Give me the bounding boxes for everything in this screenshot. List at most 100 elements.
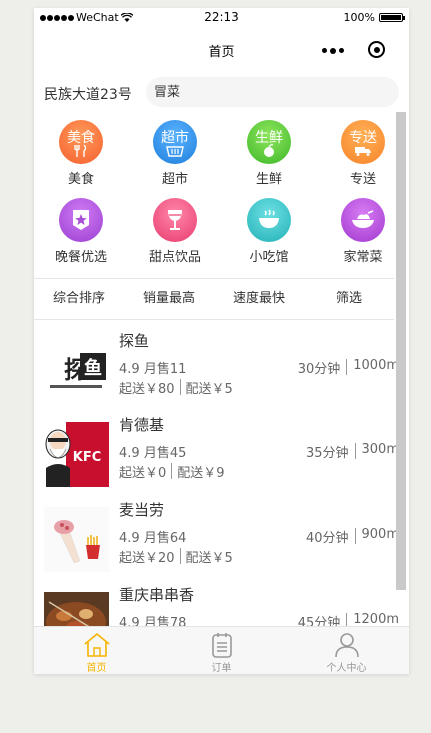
category-fresh[interactable]: 生鲜 生鲜 — [229, 120, 309, 187]
search-box[interactable] — [146, 77, 399, 107]
category-label: 晚餐优选 — [54, 250, 107, 265]
shop-rating: 4.9 — [119, 362, 140, 377]
svg-text:鱼: 鱼 — [84, 357, 102, 379]
close-target-icon[interactable] — [368, 41, 385, 58]
shop-distance: 1200m — [353, 612, 399, 626]
sort-overall[interactable]: 综合排序 — [34, 279, 124, 319]
separator — [346, 359, 348, 375]
shop-distance: 900m — [361, 527, 399, 542]
category-express[interactable]: 专送 专送 — [323, 120, 403, 187]
user-icon — [332, 631, 362, 659]
scrollbar[interactable] — [396, 112, 406, 590]
shop-min-order: 起送￥80 — [119, 382, 175, 397]
separator — [179, 548, 181, 564]
category-snack[interactable]: 小吃馆 — [229, 198, 309, 265]
separator — [179, 379, 181, 395]
phone-frame: WeChat 22:13 100% 首页 民族大道23号 美食 — [34, 8, 409, 674]
category-icon-text: 超市 — [161, 130, 189, 146]
shop-fees: 起送￥20 配送￥5 — [119, 547, 233, 566]
sort-filter[interactable]: 筛选 — [304, 279, 394, 319]
kfc-logo: KFC — [44, 422, 109, 487]
status-bar: WeChat 22:13 100% — [34, 8, 409, 28]
shop-delivery-fee: 配送￥5 — [185, 551, 233, 566]
tab-label: 个人中心 — [326, 663, 367, 674]
shop-delivery-fee: 配送￥5 — [185, 382, 233, 397]
more-icon[interactable] — [322, 47, 344, 54]
shop-name: 重庆串串香 — [119, 586, 195, 604]
sort-speed[interactable]: 速度最快 — [214, 279, 304, 319]
battery-icon — [379, 13, 405, 22]
tab-orders[interactable]: 订单 — [159, 627, 284, 674]
shop-delivery: 35分钟 300m — [306, 442, 399, 461]
category-label: 超市 — [161, 172, 188, 187]
separator — [354, 528, 356, 544]
category-label: 美食 — [67, 172, 94, 187]
order-icon — [207, 631, 237, 659]
battery-percent: 100% — [343, 11, 375, 24]
star-badge-icon — [59, 198, 103, 242]
wine-glass-icon — [153, 198, 197, 242]
shop-name: 肯德基 — [119, 416, 165, 434]
fruit-icon: 生鲜 — [247, 120, 291, 164]
shop-fees: 起送￥80 配送￥5 — [119, 378, 233, 397]
shop-name: 麦当劳 — [119, 501, 165, 519]
shop-delivery-time: 45分钟 — [297, 616, 341, 626]
category-label: 专送 — [349, 172, 376, 187]
shop-delivery: 40分钟 900m — [306, 527, 399, 546]
shop-item[interactable]: 麦当劳 4.9 月售64 40分钟 900m 起送￥20 配送￥5 — [34, 489, 409, 575]
shop-delivery-fee: 配送￥9 — [177, 466, 225, 481]
chuanchuan-logo — [44, 592, 109, 626]
shop-meta: 4.9 月售78 — [119, 612, 186, 626]
shop-sales: 月售11 — [143, 362, 187, 377]
shop-fees: 起送￥0 配送￥9 — [119, 462, 225, 481]
svg-text:KFC: KFC — [73, 450, 102, 465]
category-label: 生鲜 — [255, 172, 282, 187]
battery-group: 100% — [343, 11, 405, 24]
page-title: 首页 — [208, 45, 235, 60]
shop-rating: 4.9 — [119, 446, 140, 461]
shop-rating: 4.9 — [119, 531, 140, 546]
shop-name: 探鱼 — [119, 332, 150, 350]
category-market[interactable]: 超市 超市 — [135, 120, 215, 187]
tab-home[interactable]: 首页 — [34, 627, 159, 674]
category-label: 家常菜 — [343, 250, 383, 265]
shop-meta: 4.9 月售45 — [119, 442, 186, 461]
shop-min-order: 起送￥0 — [119, 466, 167, 481]
shop-delivery-time: 40分钟 — [305, 531, 349, 546]
category-dessert[interactable]: 甜点饮品 — [135, 198, 215, 265]
shop-sales: 月售64 — [143, 531, 187, 546]
shop-sales: 月售78 — [143, 616, 187, 626]
sort-bar: 综合排序 销量最高 速度最快 筛选 — [34, 279, 394, 319]
delivery-icon: 专送 — [341, 120, 385, 164]
home-icon — [82, 631, 112, 659]
search-input[interactable] — [154, 83, 384, 98]
nav-bar: 首页 — [34, 28, 409, 72]
shop-rating: 4.9 — [119, 616, 140, 626]
shop-delivery: 30分钟 1000m — [298, 358, 399, 377]
shop-delivery-time: 30分钟 — [297, 362, 341, 377]
basket-icon: 超市 — [153, 120, 197, 164]
location-label[interactable]: 民族大道23号 — [44, 84, 132, 104]
search-row: 民族大道23号 — [34, 76, 409, 112]
shop-item[interactable]: 探 鱼 探鱼 4.9 月售11 30分钟 1000m 起送￥80 配送￥5 — [34, 320, 409, 406]
category-home-dish[interactable]: 家常菜 — [323, 198, 403, 265]
shop-item[interactable]: KFC 肯德基 4.9 月售45 35分钟 300m 起送￥0 配送￥9 — [34, 404, 409, 490]
category-food[interactable]: 美食 美食 — [41, 120, 121, 187]
tab-label: 订单 — [211, 663, 232, 674]
tab-profile[interactable]: 个人中心 — [284, 627, 409, 674]
shop-item[interactable]: 重庆串串香 4.9 月售78 45分钟 1200m — [34, 574, 409, 626]
category-icon-text: 专送 — [349, 130, 377, 146]
category-label: 甜点饮品 — [148, 250, 201, 265]
tab-label: 首页 — [86, 663, 107, 674]
mcdonalds-logo — [44, 507, 109, 572]
separator — [171, 463, 173, 479]
category-dinner[interactable]: 晚餐优选 — [41, 198, 121, 265]
shop-meta: 4.9 月售11 — [119, 358, 186, 377]
shop-distance: 300m — [361, 442, 399, 457]
sort-sales[interactable]: 销量最高 — [124, 279, 214, 319]
category-label: 小吃馆 — [249, 250, 289, 265]
shop-meta: 4.9 月售64 — [119, 527, 186, 546]
dish-icon — [341, 198, 385, 242]
shop-delivery-time: 35分钟 — [305, 446, 349, 461]
shop-list: 探 鱼 探鱼 4.9 月售11 30分钟 1000m 起送￥80 配送￥5 KF… — [34, 320, 409, 626]
